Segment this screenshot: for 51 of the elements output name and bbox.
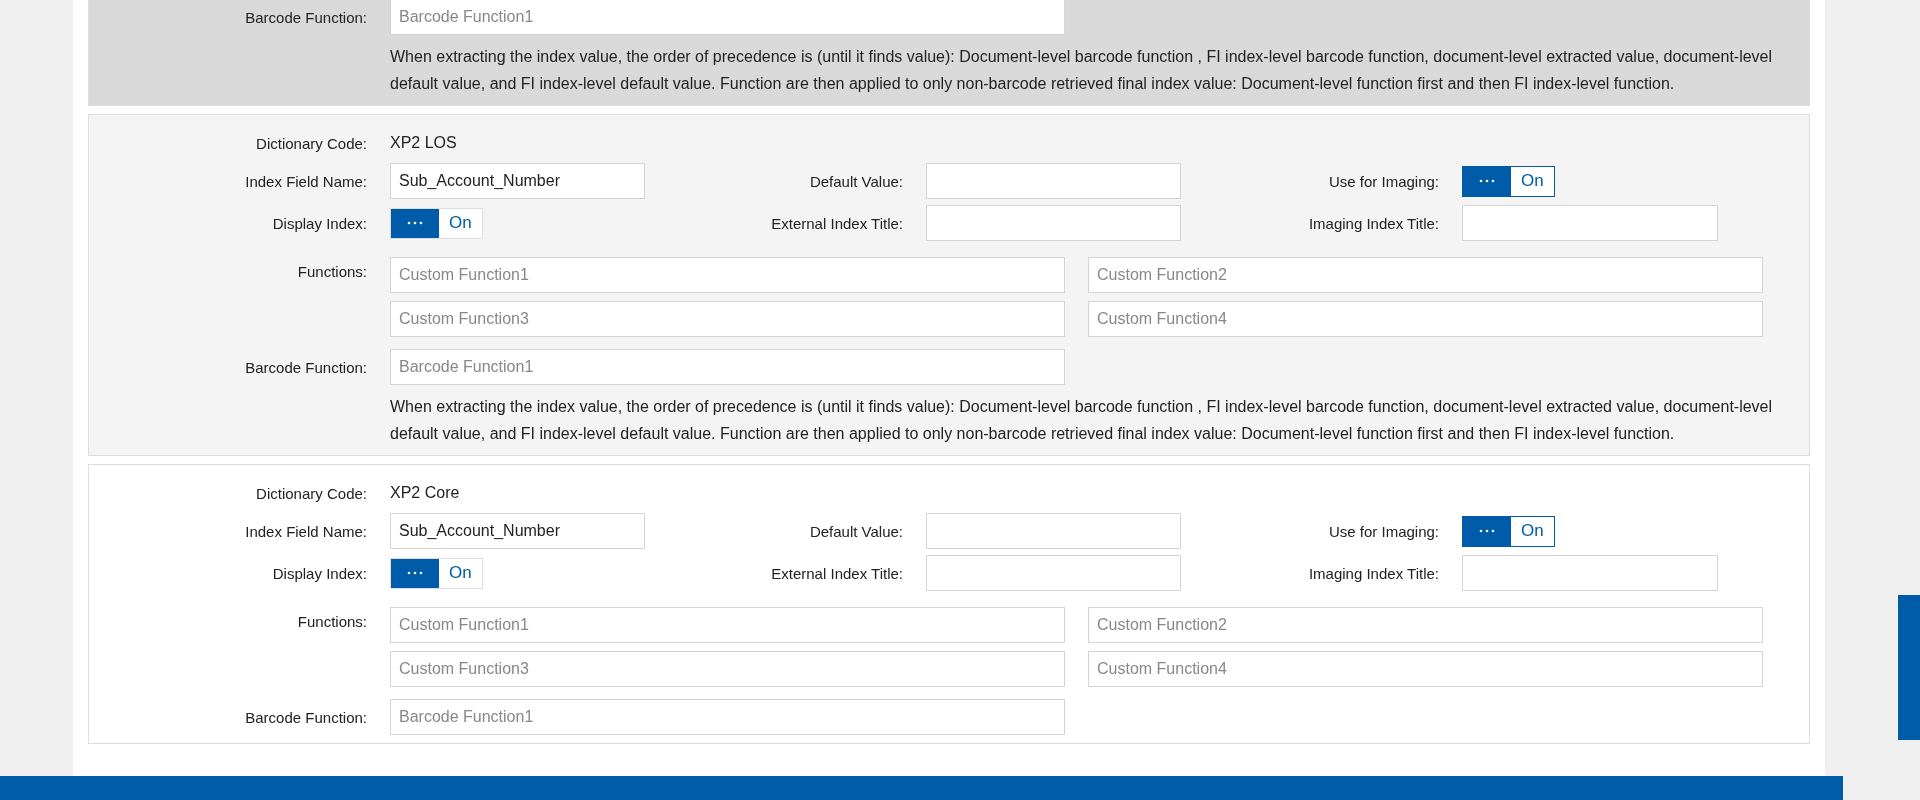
- field-label: Display Index:: [271, 214, 367, 232]
- input-field[interactable]: Sub_Account_Number: [390, 163, 645, 199]
- field-value: XP2 LOS: [390, 134, 457, 152]
- input-field[interactable]: Custom Function3: [390, 301, 1065, 337]
- field-label: Display Index:: [271, 564, 367, 582]
- input-field[interactable]: Sub_Account_Number: [390, 513, 645, 549]
- field-label: Dictionary Code:: [255, 484, 367, 502]
- input-field[interactable]: [926, 163, 1181, 199]
- field-label: Imaging Index Title:: [1307, 214, 1439, 232]
- input-field[interactable]: [1462, 205, 1718, 241]
- input-field[interactable]: Custom Function3: [390, 651, 1065, 687]
- toggle-switch[interactable]: On: [1462, 165, 1555, 197]
- field-value: XP2 Core: [390, 484, 460, 502]
- help-text: When extracting the index value, the order of precedence is (until it finds value): Document-level barcode function , FI index-level barcode function, document-level extracted value, document-level default value, and FI index-level default value. Function are then applied to only non-barcode retrieved final index value: Document-level function first and then FI index-level function.: [390, 397, 1774, 444]
- scrollbar-thumb[interactable]: [1898, 595, 1920, 740]
- input-field[interactable]: Custom Function2: [1088, 607, 1763, 643]
- input-field[interactable]: [926, 205, 1181, 241]
- field-label: External Index Title:: [770, 214, 903, 232]
- input-field[interactable]: Custom Function4: [1088, 301, 1763, 337]
- more-icon: [407, 571, 423, 575]
- input-field[interactable]: Custom Function1: [390, 607, 1065, 643]
- field-label: Imaging Index Title:: [1307, 564, 1439, 582]
- field-label: Use for Imaging:: [1327, 172, 1439, 190]
- field-label: Use for Imaging:: [1327, 522, 1439, 540]
- toggle-switch[interactable]: On: [390, 557, 483, 589]
- field-label: Default Value:: [808, 172, 903, 190]
- field-label: Dictionary Code:: [255, 134, 367, 152]
- field-label: Default Value:: [808, 522, 903, 540]
- field-label: Barcode Function:: [244, 358, 367, 376]
- field-label: Functions:: [296, 612, 367, 632]
- toggle-switch[interactable]: On: [1462, 515, 1555, 547]
- field-label: Index Field Name:: [244, 172, 367, 190]
- input-field[interactable]: [1462, 555, 1718, 591]
- field-label: Functions:: [296, 262, 367, 282]
- input-field[interactable]: [926, 555, 1181, 591]
- help-text: When extracting the index value, the order of precedence is (until it finds value): Document-level barcode function , FI index-level barcode function, document-level extracted value, document-level default value, and FI index-level default value. Function are then applied to only non-barcode retrieved final index value: Document-level function first and then FI index-level function.: [390, 47, 1774, 94]
- input-field[interactable]: Custom Function4: [1088, 651, 1763, 687]
- input-field[interactable]: Custom Function1: [390, 257, 1065, 293]
- input-field[interactable]: Barcode Function1: [390, 349, 1065, 385]
- more-icon: [1479, 529, 1495, 533]
- field-label: Index Field Name:: [244, 522, 367, 540]
- field-label: External Index Title:: [770, 564, 903, 582]
- more-icon: [407, 221, 423, 225]
- input-field[interactable]: Custom Function2: [1088, 257, 1763, 293]
- more-icon: [1479, 179, 1495, 183]
- input-field[interactable]: [926, 513, 1181, 549]
- toggle-switch[interactable]: On: [390, 207, 483, 239]
- field-label: Barcode Function:: [244, 708, 367, 726]
- input-field[interactable]: Barcode Function1: [390, 0, 1065, 35]
- input-field[interactable]: Barcode Function1: [390, 699, 1065, 735]
- field-label: Barcode Function:: [244, 8, 367, 26]
